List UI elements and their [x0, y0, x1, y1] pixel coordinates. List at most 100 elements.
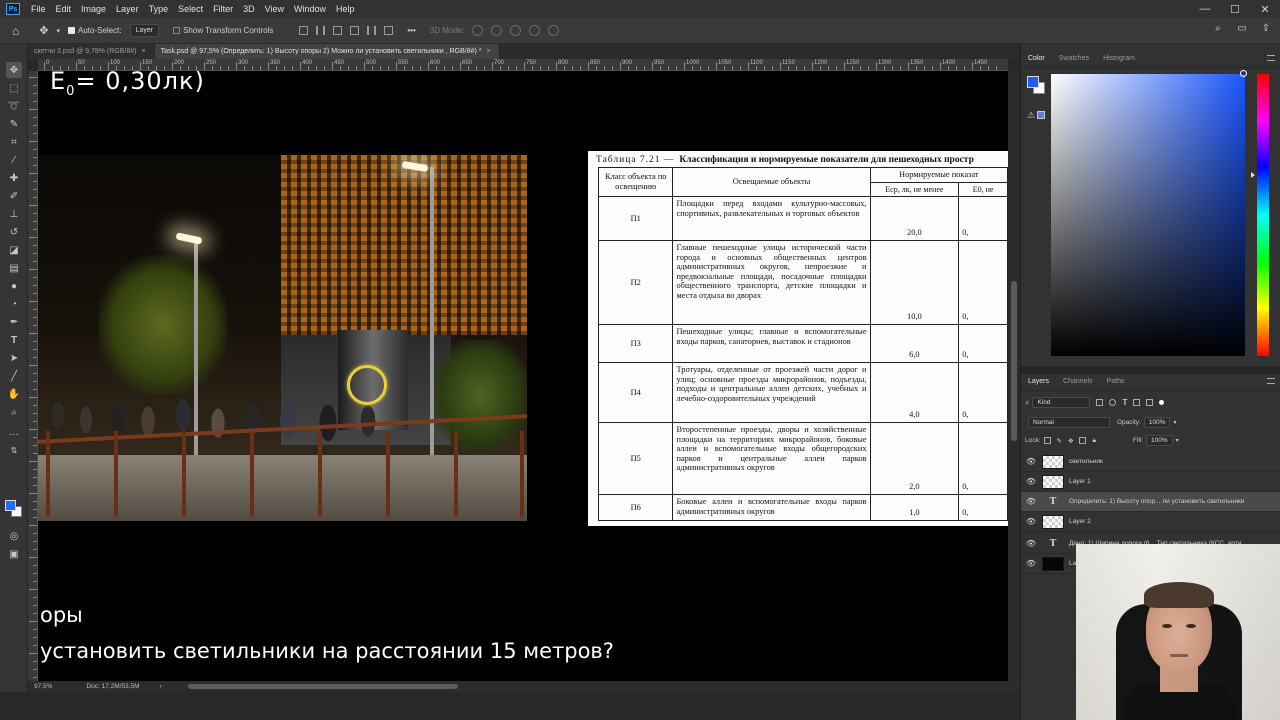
crop-tool-icon[interactable]: ⌗	[6, 134, 22, 150]
panel-menu-icon[interactable]	[1267, 378, 1275, 384]
blend-mode-dropdown[interactable]: Normal	[1028, 417, 1110, 428]
menu-edit[interactable]: Edit	[51, 4, 77, 14]
3d-slide-icon[interactable]	[529, 25, 541, 36]
maximize-button[interactable]: ☐	[1220, 3, 1250, 16]
filter-pixel-icon[interactable]	[1096, 399, 1104, 406]
color-picker-field[interactable]	[1051, 74, 1245, 356]
menu-view[interactable]: View	[260, 4, 289, 14]
status-menu-arrow[interactable]: ›	[160, 683, 162, 690]
tab-swatches[interactable]: Swatches	[1052, 50, 1096, 68]
edit-toolbar-icon[interactable]: ⇅	[6, 442, 22, 458]
tab-layers[interactable]: Layers	[1021, 373, 1056, 391]
tab-close-icon[interactable]: ×	[487, 44, 491, 59]
layer-row-svetilnik[interactable]: 👁︎ светильник	[1021, 452, 1280, 472]
filter-type-icon[interactable]: T	[1122, 398, 1127, 407]
color-picker-marker[interactable]	[1240, 70, 1247, 77]
ruler-vertical[interactable]	[28, 71, 38, 681]
home-icon[interactable]: ⌂	[12, 24, 19, 38]
ruler-horizontal[interactable]: 0 50 100 150 200 250 300 350 400 450 500 550 600 650 7…	[38, 59, 1008, 71]
layer-row-layer1[interactable]: 👁︎ Layer 1	[1021, 472, 1280, 492]
path-select-tool-icon[interactable]: ➤	[6, 350, 22, 366]
filter-smart-object-icon[interactable]	[1146, 399, 1154, 406]
eraser-tool-icon[interactable]: ◪	[6, 242, 22, 258]
lock-position-icon[interactable]: ✥	[1068, 437, 1073, 445]
quick-mask-icon[interactable]: ◎	[6, 528, 22, 544]
show-transform-checkbox[interactable]: Show Transform Controls	[173, 26, 273, 35]
eyedropper-tool-icon[interactable]: ⁄	[6, 152, 22, 168]
filter-kind-dropdown[interactable]: Kind	[1032, 397, 1091, 408]
move-tool-icon[interactable]: ✥	[39, 24, 48, 37]
menu-image[interactable]: Image	[76, 4, 111, 14]
3d-roll-icon[interactable]	[491, 25, 503, 36]
layer-row-layer2[interactable]: 👁︎ Layer 2	[1021, 512, 1280, 532]
web-safe-cube-icon[interactable]	[1037, 111, 1045, 119]
3d-pan-icon[interactable]	[510, 25, 522, 36]
fill-chevron-icon[interactable]: ▾	[1176, 437, 1179, 444]
panel-menu-icon[interactable]	[1267, 55, 1275, 61]
lock-image-icon[interactable]: ✎	[1057, 437, 1062, 445]
align-right-icon[interactable]	[384, 26, 394, 35]
screen-mode-icon[interactable]: ▣	[6, 546, 22, 562]
healing-brush-tool-icon[interactable]: ✚	[6, 170, 22, 186]
line-tool-icon[interactable]: ╱	[6, 368, 22, 384]
tab-histogram[interactable]: Histogram	[1096, 50, 1142, 68]
out-of-gamut-warning-icon[interactable]: ⚠	[1027, 110, 1035, 121]
lock-artboard-icon[interactable]	[1079, 437, 1087, 444]
tab-paths[interactable]: Paths	[1100, 373, 1132, 391]
search-icon[interactable]: ⌕	[1212, 23, 1224, 35]
move-tool-icon[interactable]: ✥	[6, 62, 22, 78]
filter-adjustment-icon[interactable]	[1109, 399, 1117, 406]
hue-slider[interactable]	[1257, 74, 1269, 356]
workspace-icon[interactable]: ▭	[1236, 23, 1248, 35]
hue-slider-handle[interactable]	[1251, 172, 1255, 178]
close-button[interactable]: ✕	[1250, 3, 1280, 16]
color-panel-foreground-swatch[interactable]	[1027, 76, 1039, 88]
layer-row-task-text[interactable]: 👁︎ T Определить: 1) Высоту опор... ли ус…	[1021, 492, 1280, 512]
align-bottom-icon[interactable]	[333, 26, 343, 35]
quick-select-tool-icon[interactable]: ✎	[6, 116, 22, 132]
document-canvas[interactable]: E0= 0,30лк) Таблица 7.21 — Классификация…	[38, 71, 1008, 681]
more-tools-icon[interactable]: …	[6, 424, 22, 440]
fill-input[interactable]: 100%	[1146, 435, 1173, 446]
tool-preset-chevron-icon[interactable]: ▾	[56, 27, 60, 35]
auto-select-checkbox[interactable]: Auto-Select:	[67, 26, 122, 35]
zoom-tool-icon[interactable]: ⌕	[6, 404, 22, 420]
align-top-icon[interactable]	[299, 26, 309, 35]
visibility-eye-icon[interactable]: 👁︎	[1023, 517, 1039, 526]
history-brush-tool-icon[interactable]: ↺	[6, 224, 22, 240]
hand-tool-icon[interactable]: ✋	[6, 386, 22, 402]
menu-filter[interactable]: Filter	[208, 4, 238, 14]
doc-tab-sketches[interactable]: скетчи 3.psd @ 9,78% (RGB/8#) ×	[28, 44, 155, 59]
menu-layer[interactable]: Layer	[111, 4, 144, 14]
tab-close-icon[interactable]: ×	[141, 44, 145, 59]
minimize-button[interactable]: —	[1190, 3, 1220, 15]
doc-tab-task[interactable]: Task.psd @ 97,5% (Определить: 1) Высоту …	[154, 44, 500, 59]
3d-scale-icon[interactable]	[548, 25, 560, 36]
share-icon[interactable]: ⇪	[1260, 23, 1272, 35]
vertical-scrollbar[interactable]	[1008, 71, 1020, 681]
tab-channels[interactable]: Channels	[1056, 373, 1100, 391]
brush-tool-icon[interactable]: ✐	[6, 188, 22, 204]
auto-select-target-dropdown[interactable]: Layer	[129, 24, 160, 37]
3d-orbit-icon[interactable]	[472, 25, 484, 36]
visibility-eye-icon[interactable]: 👁︎	[1023, 539, 1039, 548]
tab-color[interactable]: Color	[1021, 50, 1052, 68]
marquee-tool-icon[interactable]: ⬚	[6, 80, 22, 96]
filter-toggle-icon[interactable]	[1159, 400, 1165, 405]
zoom-level[interactable]: 97,5%	[34, 683, 52, 690]
visibility-eye-icon[interactable]: 👁︎	[1023, 457, 1039, 466]
align-left-icon[interactable]	[350, 26, 360, 35]
vertical-scroll-thumb[interactable]	[1011, 281, 1017, 441]
align-hcenter-icon[interactable]	[367, 26, 377, 35]
menu-select[interactable]: Select	[173, 4, 208, 14]
gradient-tool-icon[interactable]: ▤	[6, 260, 22, 276]
lock-transparent-icon[interactable]	[1043, 437, 1051, 444]
menu-file[interactable]: File	[26, 4, 51, 14]
foreground-color-swatch[interactable]	[5, 500, 16, 511]
dodge-tool-icon[interactable]: ◔	[6, 296, 22, 312]
opacity-chevron-icon[interactable]: ▾	[1173, 419, 1176, 426]
clone-stamp-tool-icon[interactable]: ⊥	[6, 206, 22, 222]
blur-tool-icon[interactable]: ●	[6, 278, 22, 294]
more-options-button[interactable]: •••	[407, 26, 415, 35]
menu-help[interactable]: Help	[331, 4, 360, 14]
